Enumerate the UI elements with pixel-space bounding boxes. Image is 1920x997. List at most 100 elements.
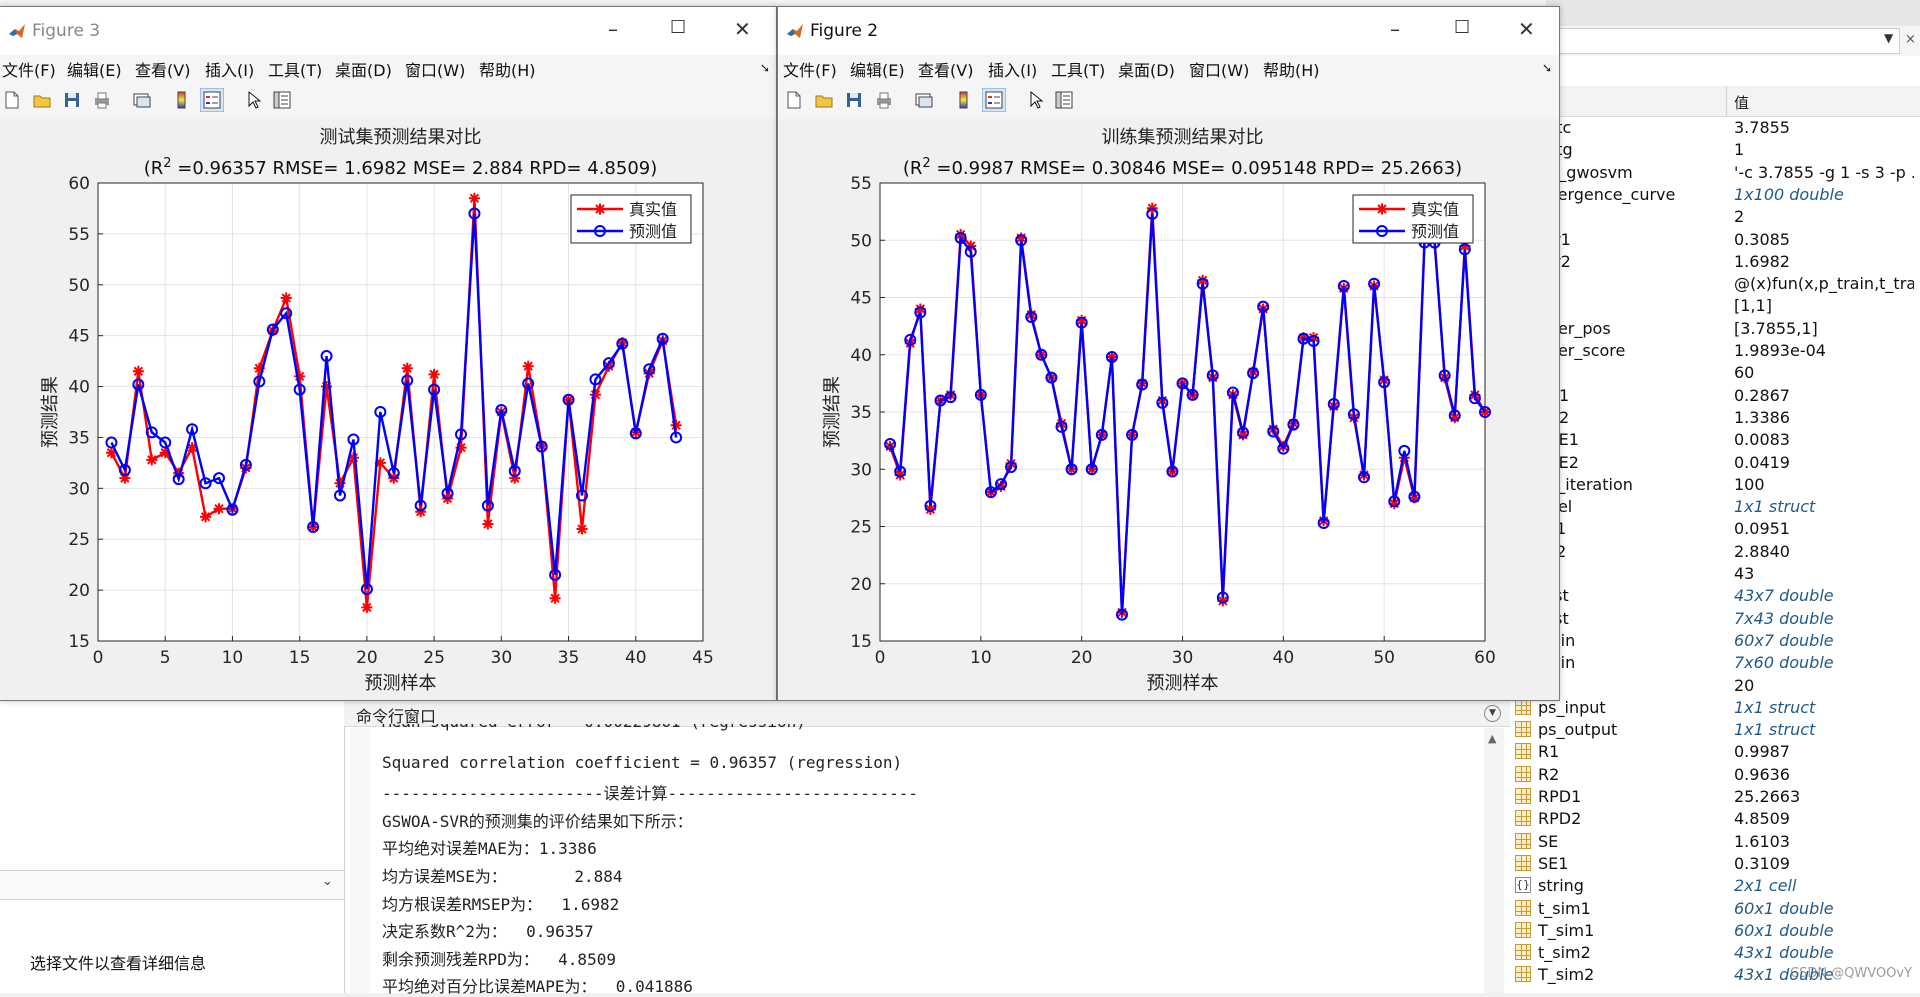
menu-window[interactable]: 窗口(W): [405, 57, 465, 81]
workspace-row[interactable]: SE 1.6103: [1510, 831, 1920, 853]
menu-file[interactable]: 文件(F): [2, 57, 56, 81]
menu-desktop[interactable]: 桌面(D): [335, 57, 392, 81]
dock-arrow-icon[interactable]: ➘: [1542, 61, 1552, 75]
link-plot-icon[interactable]: [132, 90, 152, 110]
print-icon[interactable]: [874, 90, 894, 110]
workspace-row[interactable]: ader_pos [3.7855,1]: [1510, 318, 1920, 340]
chevron-down-icon[interactable]: ⌄: [322, 874, 333, 889]
legend-icon[interactable]: [200, 88, 224, 112]
data-point-actual: [361, 601, 373, 613]
open-file-icon[interactable]: [32, 90, 52, 110]
new-figure-icon[interactable]: [784, 90, 804, 110]
workspace-row[interactable]: se10.0951: [1510, 518, 1920, 540]
menu-view[interactable]: 查看(V): [918, 57, 973, 81]
menu-insert[interactable]: 插入(I): [205, 57, 254, 81]
menu-tools[interactable]: 工具(T): [1051, 57, 1105, 81]
dock-arrow-icon[interactable]: ➘: [760, 61, 770, 75]
new-figure-icon[interactable]: [2, 90, 22, 110]
property-inspector-icon[interactable]: [272, 90, 292, 110]
workspace-row[interactable]: {} string 2x1 cell: [1510, 875, 1920, 897]
workspace-row[interactable]: ror10.3085: [1510, 229, 1920, 251]
workspace-row[interactable]: 43: [1510, 563, 1920, 585]
open-file-icon[interactable]: [814, 90, 834, 110]
chevron-down-icon[interactable]: ▼: [1884, 31, 1893, 45]
workspace-row[interactable]: train60x7 double: [1510, 630, 1920, 652]
scroll-up-icon[interactable]: ▲: [1488, 732, 1496, 745]
edit-plot-pointer-icon[interactable]: [244, 90, 264, 110]
minimize-icon[interactable]: –: [608, 17, 618, 41]
figure-3-title: Figure 3: [32, 21, 101, 41]
workspace-row[interactable]: bj@(x)fun(x,p_train,t_tra...: [1510, 273, 1920, 295]
menu-edit[interactable]: 编辑(E): [850, 57, 905, 81]
menu-edit[interactable]: 编辑(E): [67, 57, 122, 81]
column-divider[interactable]: [1726, 86, 1727, 116]
workspace-row[interactable]: ps_input 1x1 struct: [1510, 697, 1920, 719]
legend-icon[interactable]: [982, 88, 1006, 112]
workspace-row[interactable]: T_sim1 60x1 double: [1510, 920, 1920, 942]
workspace-row[interactable]: t_sim2 43x1 double: [1510, 942, 1920, 964]
figure-3-titlebar[interactable]: Figure 3 – ☐ ✕: [0, 7, 776, 55]
print-icon[interactable]: [92, 90, 112, 110]
menu-view[interactable]: 查看(V): [135, 57, 190, 81]
close-icon[interactable]: ✕: [1518, 17, 1535, 41]
minimize-icon[interactable]: –: [1390, 17, 1400, 41]
workspace-row[interactable]: train7x60 double: [1510, 652, 1920, 674]
workspace-row[interactable]: SE1 0.3109: [1510, 853, 1920, 875]
panel-close-icon[interactable]: ×: [1905, 32, 1916, 47]
workspace-row[interactable]: AE10.2867: [1510, 385, 1920, 407]
save-icon[interactable]: [62, 90, 82, 110]
menu-file[interactable]: 文件(F): [783, 57, 837, 81]
figure-3-chart[interactable]: 0 5 10 15 20 25 30 35 40 45 15 20 25 30 35 40 45 50 55 60 测试…: [0, 119, 776, 700]
figure-2-chart[interactable]: 0 10 20 30 40 50 60 15 20 25 30 35 40 45 50 55 训练集预测结果对比…: [778, 119, 1559, 700]
workspace-row[interactable]: ax_iteration 100: [1510, 474, 1920, 496]
workspace-row[interactable]: t_sim1 60x1 double: [1510, 898, 1920, 920]
data-point-actual: [589, 389, 601, 401]
save-icon[interactable]: [844, 90, 864, 110]
workspace-row[interactable]: nd_gwosvm '-c 3.7855 -g 1 -s 3 -p ...: [1510, 162, 1920, 184]
workspace-row[interactable]: [1,1]: [1510, 295, 1920, 317]
colorbar-icon[interactable]: [172, 90, 192, 110]
command-window-menu-icon[interactable]: ▼: [1484, 705, 1501, 722]
workspace-row[interactable]: test43x7 double: [1510, 585, 1920, 607]
workspace-row[interactable]: estg1: [1510, 139, 1920, 161]
workspace-row[interactable]: estc3.7855: [1510, 117, 1920, 139]
menu-insert[interactable]: 插入(I): [988, 57, 1037, 81]
figure-2-titlebar[interactable]: Figure 2 – ☐ ✕: [778, 7, 1559, 55]
command-window-scrollbar[interactable]: [1484, 728, 1504, 993]
link-plot-icon[interactable]: [914, 90, 934, 110]
edit-plot-pointer-icon[interactable]: [1026, 90, 1046, 110]
workspace-row[interactable]: test7x43 double: [1510, 608, 1920, 630]
y-tick-label: 20: [68, 581, 90, 601]
workspace-row[interactable]: RPD2 4.8509: [1510, 808, 1920, 830]
menu-help[interactable]: 帮助(H): [1263, 57, 1320, 81]
figure-3-window[interactable]: Figure 3 – ☐ ✕ 文件(F) 编辑(E) 查看(V) 插入(I) 工…: [0, 6, 777, 701]
close-icon[interactable]: ✕: [734, 17, 751, 41]
workspace-row[interactable]: m2: [1510, 206, 1920, 228]
workspace-header-value[interactable]: 值: [1734, 92, 1749, 113]
workspace-row[interactable]: odel1x1 struct: [1510, 496, 1920, 518]
figure-2-window[interactable]: Figure 2 – ☐ ✕ 文件(F) 编辑(E) 查看(V) 插入(I) 工…: [777, 6, 1560, 701]
workspace-row[interactable]: ps_output 1x1 struct: [1510, 719, 1920, 741]
current-folder-address-bar[interactable]: [1540, 28, 1900, 54]
workspace-row[interactable]: R1 0.9987: [1510, 741, 1920, 763]
workspace-row[interactable]: ror21.6982: [1510, 251, 1920, 273]
colorbar-icon[interactable]: [954, 90, 974, 110]
workspace-row[interactable]: 60: [1510, 362, 1920, 384]
menu-desktop[interactable]: 桌面(D): [1118, 57, 1175, 81]
workspace-row[interactable]: AE21.3386: [1510, 407, 1920, 429]
workspace-row[interactable]: R2 0.9636: [1510, 764, 1920, 786]
workspace-row[interactable]: APE20.0419: [1510, 452, 1920, 474]
maximize-icon[interactable]: ☐: [670, 17, 686, 38]
workspace-row[interactable]: RPD1 25.2663: [1510, 786, 1920, 808]
workspace-row[interactable]: p20: [1510, 675, 1920, 697]
property-inspector-icon[interactable]: [1054, 90, 1074, 110]
workspace-row[interactable]: nvergence_curve 1x100 double: [1510, 184, 1920, 206]
menu-help[interactable]: 帮助(H): [479, 57, 536, 81]
menu-tools[interactable]: 工具(T): [268, 57, 322, 81]
details-panel-header[interactable]: [0, 870, 344, 900]
menu-window[interactable]: 窗口(W): [1189, 57, 1249, 81]
workspace-row[interactable]: APE10.0083: [1510, 429, 1920, 451]
workspace-row[interactable]: ader_score 1.9893e-04: [1510, 340, 1920, 362]
maximize-icon[interactable]: ☐: [1454, 17, 1470, 38]
workspace-row[interactable]: se22.8840: [1510, 541, 1920, 563]
